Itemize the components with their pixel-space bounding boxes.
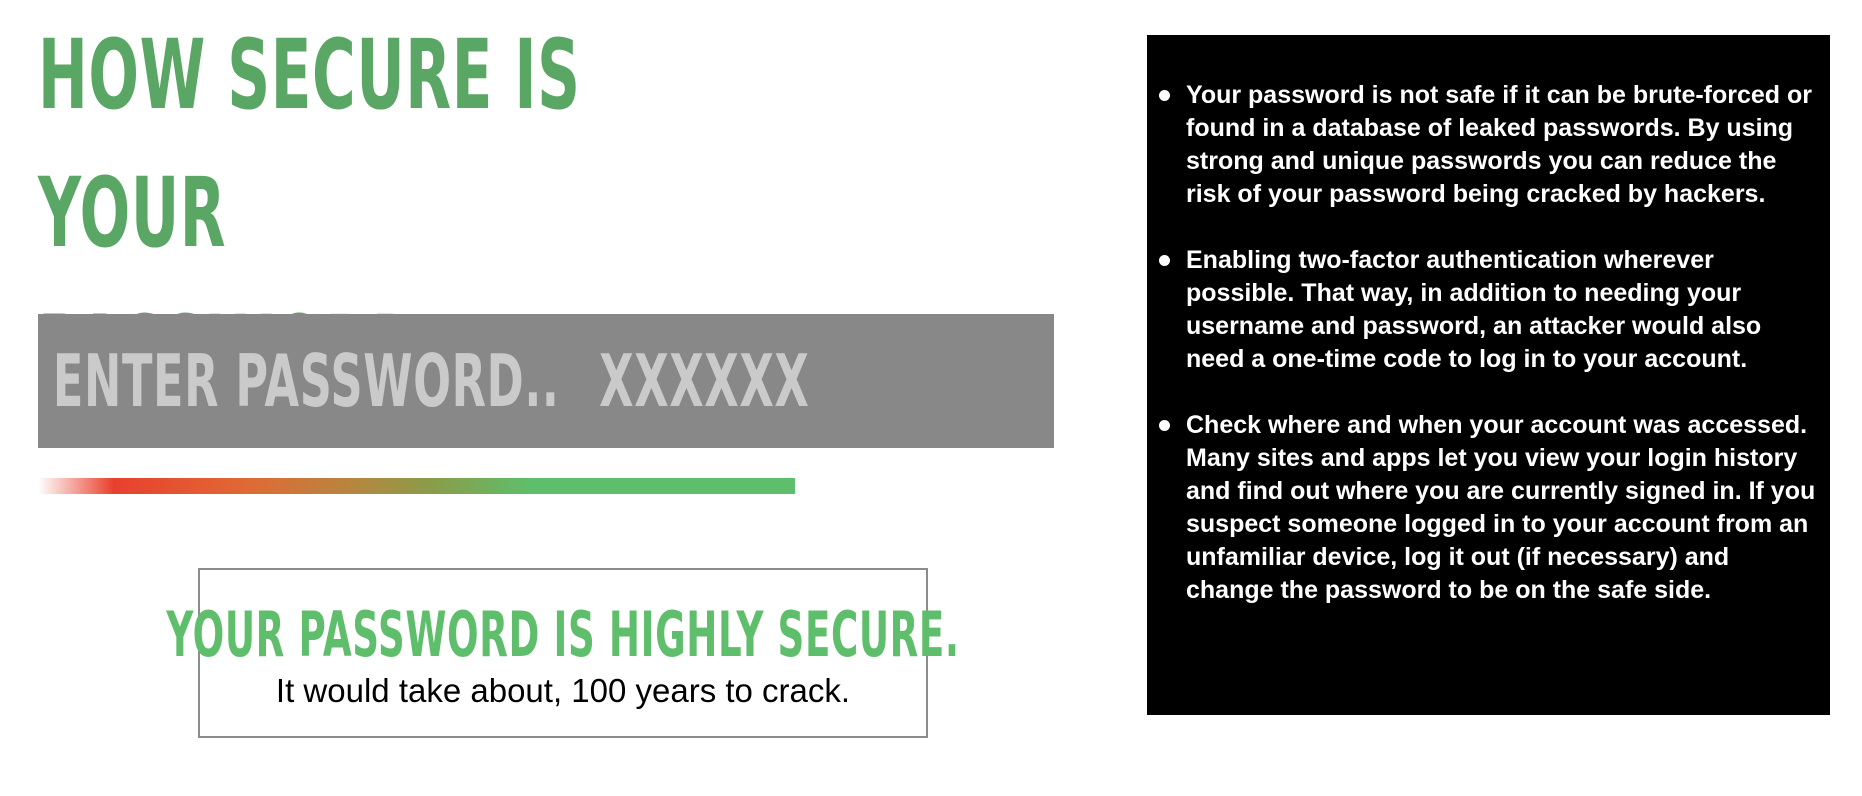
password-input-value[interactable]: XXXXXX — [599, 339, 809, 423]
tip-item: Your password is not safe if it can be b… — [1155, 79, 1822, 211]
tip-text: Check where and when your account was ac… — [1186, 411, 1816, 604]
result-heading-wrap: YOUR PASSWORD IS HIGHLY SECURE. — [166, 604, 959, 666]
bullet-icon — [1159, 420, 1170, 431]
tip-text: Your password is not safe if it can be b… — [1186, 81, 1813, 208]
result-panel: YOUR PASSWORD IS HIGHLY SECURE. It would… — [166, 568, 959, 738]
tips-panel: Your password is not safe if it can be b… — [1147, 35, 1830, 715]
password-input-content: ENTER PASSWORD.. XXXXXX — [38, 339, 809, 423]
tip-item: Enabling two-factor authentication where… — [1155, 244, 1822, 376]
tip-item: Check where and when your account was ac… — [1155, 409, 1822, 607]
strength-meter-fill — [38, 478, 795, 494]
tip-text: Enabling two-factor authentication where… — [1186, 246, 1762, 373]
bullet-icon — [1159, 90, 1170, 101]
result-detail: It would take about, 100 years to crack. — [275, 672, 851, 709]
result-heading: YOUR PASSWORD IS HIGHLY SECURE. — [166, 598, 960, 671]
bullet-icon — [1159, 255, 1170, 266]
password-input-label: ENTER PASSWORD.. — [52, 339, 560, 423]
password-input-box[interactable]: ENTER PASSWORD.. XXXXXX — [38, 314, 1054, 448]
strength-meter — [38, 478, 908, 494]
